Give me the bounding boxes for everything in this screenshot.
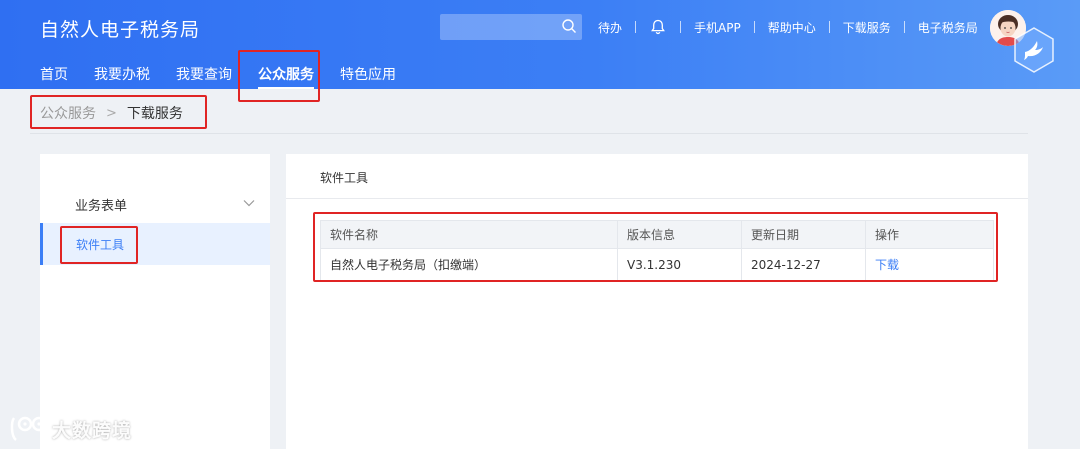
todo-link[interactable]: 待办 (598, 19, 622, 36)
table-header-row: 软件名称 版本信息 更新日期 操作 (320, 220, 994, 249)
sidebar-item-label: 软件工具 (76, 238, 125, 252)
help-center-link[interactable]: 帮助中心 (768, 19, 816, 36)
section-title: 软件工具 (320, 171, 369, 185)
breadcrumb: 公众服务 > 下载服务 (40, 103, 183, 123)
watermark: 大数跨境 (8, 414, 132, 444)
column-header-name: 软件名称 (320, 220, 618, 249)
column-header-action: 操作 (865, 220, 994, 249)
chevron-down-icon (243, 200, 255, 207)
sidebar-group-label: 业务表单 (75, 199, 128, 214)
version-cell: V3.1.230 (617, 248, 742, 281)
breadcrumb-parent[interactable]: 公众服务 (40, 103, 96, 123)
download-link[interactable]: 下载 (875, 258, 899, 272)
breadcrumb-separator: > (106, 105, 117, 121)
search-input[interactable] (440, 14, 582, 40)
action-cell: 下载 (865, 248, 994, 281)
breadcrumb-current: 下载服务 (126, 106, 183, 122)
main-panel: 软件工具 软件名称 版本信息 更新日期 操作 自然人电子税务局（扣缴端） V3.… (286, 154, 1028, 449)
divider (286, 198, 1028, 199)
watermark-text: 大数跨境 (52, 419, 133, 442)
column-header-date: 更新日期 (741, 220, 866, 249)
tab-query[interactable]: 我要查询 (176, 64, 232, 89)
sidebar-item-software-tools[interactable]: 软件工具 (40, 223, 270, 265)
table-row: 自然人电子税务局（扣缴端） V3.1.230 2024-12-27 下载 (320, 248, 994, 281)
divider (680, 21, 682, 33)
top-header: 自然人电子税务局 待办 手机APP 帮助中心 下载服务 电子税务局 首页 我要办… (0, 0, 1080, 89)
watermark-logo-icon (10, 416, 47, 441)
software-table: 软件名称 版本信息 更新日期 操作 自然人电子税务局（扣缴端） V3.1.230… (320, 220, 994, 281)
tab-featured-apps[interactable]: 特色应用 (340, 64, 396, 89)
sidebar-group-business-forms[interactable]: 业务表单 (40, 190, 270, 218)
e-tax-bureau-link[interactable]: 电子税务局 (918, 19, 978, 36)
tab-file-tax[interactable]: 我要办税 (94, 64, 150, 89)
update-date-cell: 2024-12-27 (741, 248, 866, 281)
tab-public-service[interactable]: 公众服务 (258, 64, 314, 89)
tab-home[interactable]: 首页 (40, 64, 68, 89)
column-header-version: 版本信息 (617, 220, 742, 249)
mobile-app-link[interactable]: 手机APP (694, 19, 741, 36)
download-service-link[interactable]: 下载服务 (843, 19, 891, 36)
sidebar: 业务表单 软件工具 (40, 154, 270, 449)
divider (903, 21, 905, 33)
breadcrumb-bar: 公众服务 > 下载服务 (30, 89, 1028, 134)
software-name-cell: 自然人电子税务局（扣缴端） (320, 248, 618, 281)
divider (828, 21, 830, 33)
main-nav: 首页 我要办税 我要查询 公众服务 特色应用 (40, 64, 422, 89)
app-title: 自然人电子税务局 (40, 19, 201, 41)
bird-logo-icon (1014, 27, 1054, 73)
divider (635, 21, 637, 33)
top-links: 待办 手机APP 帮助中心 下载服务 电子税务局 (598, 18, 978, 36)
search-icon[interactable] (561, 18, 577, 34)
bell-icon[interactable] (649, 18, 667, 36)
divider (753, 21, 755, 33)
